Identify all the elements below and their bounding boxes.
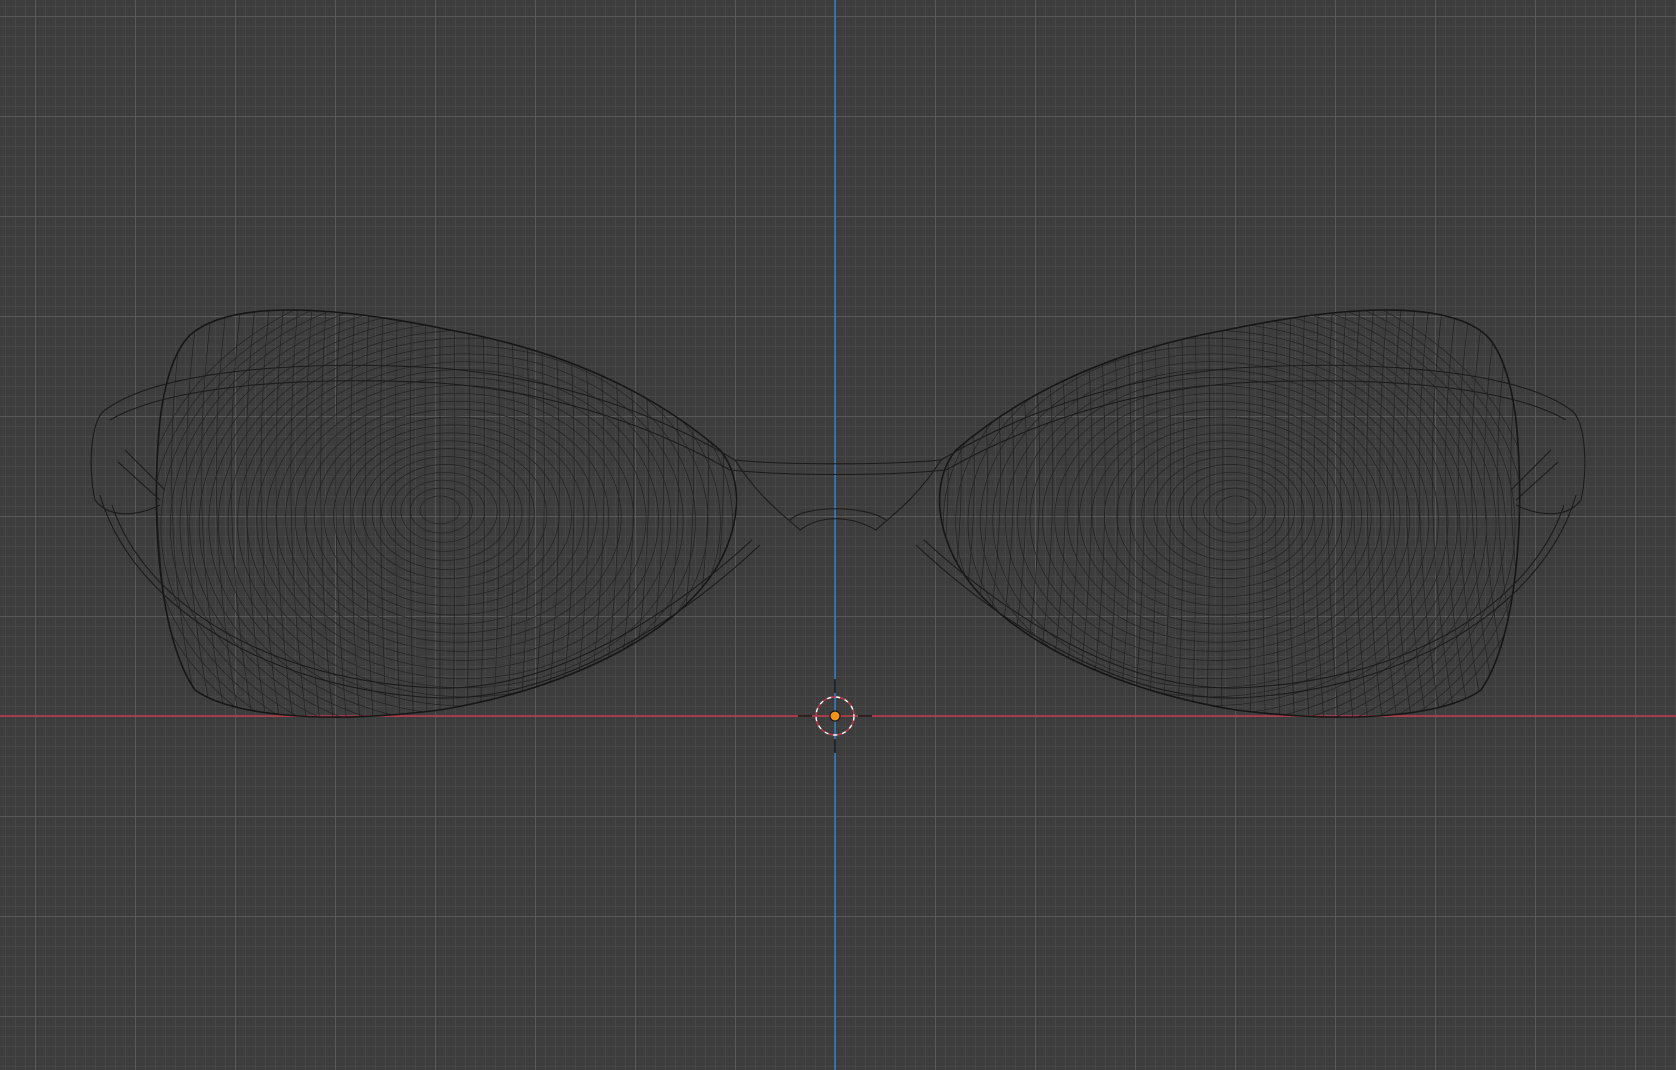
right-lens-mesh — [939, 310, 1520, 718]
left-lens-mesh — [156, 310, 737, 718]
viewport-scene — [0, 0, 1676, 1070]
glasses-wireframe[interactable] — [82, 267, 1593, 788]
3d-viewport[interactable] — [0, 0, 1676, 1070]
object-origin-icon[interactable] — [829, 710, 841, 722]
